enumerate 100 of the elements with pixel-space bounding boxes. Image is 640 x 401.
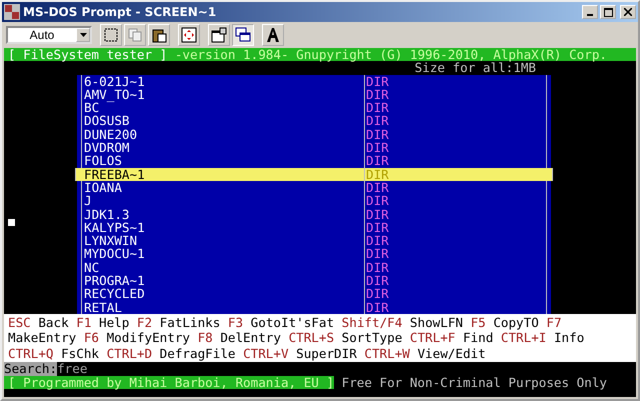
- file-name: DVDROM: [83, 141, 130, 154]
- file-name: DUNE200: [83, 128, 138, 142]
- fullscreen-icon: [181, 27, 197, 43]
- version-text: -version 1.984- Gnupyright (G) 1996-2010, AlphaX(R) Corp.: [174, 48, 607, 62]
- shortcut-label: MakeEntry: [8, 331, 76, 347]
- file-row[interactable]: 6-021J~1 DIR: [81, 74, 547, 88]
- file-name: 6-021J~1: [83, 74, 146, 88]
- shortcut-label: Find: [462, 331, 494, 347]
- file-type: DIR: [364, 101, 389, 114]
- shortcut-key: CTRL+Q: [8, 346, 54, 362]
- file-name: RECYCLED: [83, 287, 146, 301]
- shortcut-label: ShowLFN: [410, 316, 463, 332]
- file-type: DIR: [364, 260, 389, 274]
- file-name: MYDOCU~1: [83, 247, 146, 261]
- dashed-square-icon: [103, 27, 119, 43]
- shortcut-key: F1: [76, 316, 92, 332]
- file-type: DIR: [364, 168, 389, 181]
- file-row[interactable]: IOANA DIR: [81, 180, 547, 194]
- font-icon: [265, 27, 281, 43]
- shortcut-key: Shift/F4: [342, 316, 402, 332]
- shortcut-label: DelEntry: [220, 331, 281, 347]
- file-type: DIR: [364, 234, 389, 248]
- file-name: JDK1.3: [83, 208, 130, 221]
- file-name: NC: [83, 260, 100, 274]
- shortcut-key: CTRL+F: [410, 331, 456, 347]
- size-text: Size for all:1MB: [414, 61, 536, 75]
- file-type: DIR: [364, 274, 389, 288]
- shortcut-key: CTRL+V: [243, 346, 289, 362]
- shortcut-label: SortType: [342, 331, 402, 347]
- file-name: BC: [83, 101, 100, 114]
- background-button[interactable]: [232, 24, 254, 46]
- shortcut-key: CTRL+D: [106, 346, 152, 362]
- file-row[interactable]: J DIR: [81, 194, 547, 208]
- file-name: FOLOS: [83, 154, 123, 168]
- file-type: DIR: [364, 180, 389, 194]
- shortcut-key: ESC: [8, 316, 31, 332]
- file-name: IOANA: [83, 180, 123, 194]
- app-title: [ FileSystem tester ]: [7, 48, 168, 62]
- shortcut-label: CopyTO: [493, 316, 539, 332]
- shortcut-label: ModifyEntry: [106, 331, 190, 347]
- file-name: KALYPS~1: [83, 220, 146, 234]
- search-field[interactable]: free: [57, 362, 88, 376]
- windows-icon: [235, 27, 251, 43]
- file-row[interactable]: BC DIR: [81, 101, 547, 114]
- shortcut-label: DefragFile: [160, 346, 236, 362]
- file-row[interactable]: JDK1.3 DIR: [81, 208, 547, 221]
- properties-button[interactable]: [208, 24, 230, 46]
- file-row[interactable]: DUNE200 DIR: [81, 128, 547, 142]
- shortcut-label: View/Edit: [417, 346, 486, 362]
- font-button[interactable]: [262, 24, 284, 46]
- mark-button[interactable]: [100, 24, 122, 46]
- fullscreen-button[interactable]: [178, 24, 200, 46]
- file-row[interactable]: MYDOCU~1 DIR: [81, 247, 547, 261]
- file-row[interactable]: NC DIR: [81, 260, 547, 274]
- close-icon: [624, 8, 632, 16]
- shortcut-key: CTRL+I: [500, 331, 546, 347]
- credit-text: [ Programmed by Mihai Barboi, Romania, EU ]: [4, 376, 334, 390]
- shortcut-key: CTRL+W: [364, 346, 410, 362]
- file-type: DIR: [364, 194, 389, 208]
- file-name: DOSUSB: [83, 114, 130, 128]
- close-button[interactable]: [620, 5, 636, 19]
- shortcut-label: FsChk: [61, 346, 99, 362]
- file-type: DIR: [364, 114, 389, 128]
- window-title: MS-DOS Prompt - SCREEN~1: [23, 5, 218, 19]
- shortcut-key: CTRL+S: [288, 331, 334, 347]
- shortcut-key: F8: [198, 331, 213, 347]
- file-type: DIR: [364, 287, 389, 301]
- caret-icon: [80, 33, 86, 37]
- cursor-mark: [8, 218, 15, 226]
- file-row[interactable]: DVDROM DIR: [81, 141, 547, 154]
- ms-dos-icon: [4, 4, 20, 20]
- file-row[interactable]: KALYPS~1 DIR: [81, 220, 547, 234]
- maximize-button[interactable]: [600, 5, 616, 19]
- file-type: DIR: [364, 88, 389, 102]
- shortcut-label: Info: [554, 331, 584, 347]
- paste-button[interactable]: [148, 24, 170, 46]
- shortcut-label: Back: [38, 316, 69, 332]
- shortcut-key: F3: [228, 316, 244, 332]
- font-size-dropdown[interactable]: Auto: [6, 26, 92, 44]
- minimize-button[interactable]: [582, 5, 598, 19]
- shortcut-key: F6: [84, 331, 99, 347]
- file-name: FREEBA~1: [83, 168, 146, 181]
- file-type: DIR: [364, 141, 389, 154]
- file-row[interactable]: RECYCLED DIR: [81, 287, 547, 301]
- shortcut-label: FatLinks: [160, 316, 220, 332]
- paste-icon: [151, 27, 167, 43]
- file-name: J: [83, 194, 93, 208]
- file-name: PROGRA~1: [83, 274, 146, 288]
- maximize-icon: [604, 8, 612, 16]
- file-type: DIR: [364, 208, 389, 221]
- file-row[interactable]: LYNXWIN DIR: [81, 234, 547, 248]
- copy-icon: [127, 27, 143, 43]
- file-row[interactable]: DOSUSB DIR: [81, 114, 547, 128]
- file-row[interactable]: AMV_TO~1 DIR: [81, 88, 547, 102]
- file-type: DIR: [364, 74, 389, 88]
- file-row[interactable]: PROGRA~1 DIR: [81, 274, 547, 288]
- shortcut-label: SuperDIR: [296, 346, 357, 362]
- file-row[interactable]: FREEBA~1 DIR: [75, 168, 553, 181]
- shortcut-key: F7: [546, 316, 562, 332]
- file-type: DIR: [364, 128, 389, 142]
